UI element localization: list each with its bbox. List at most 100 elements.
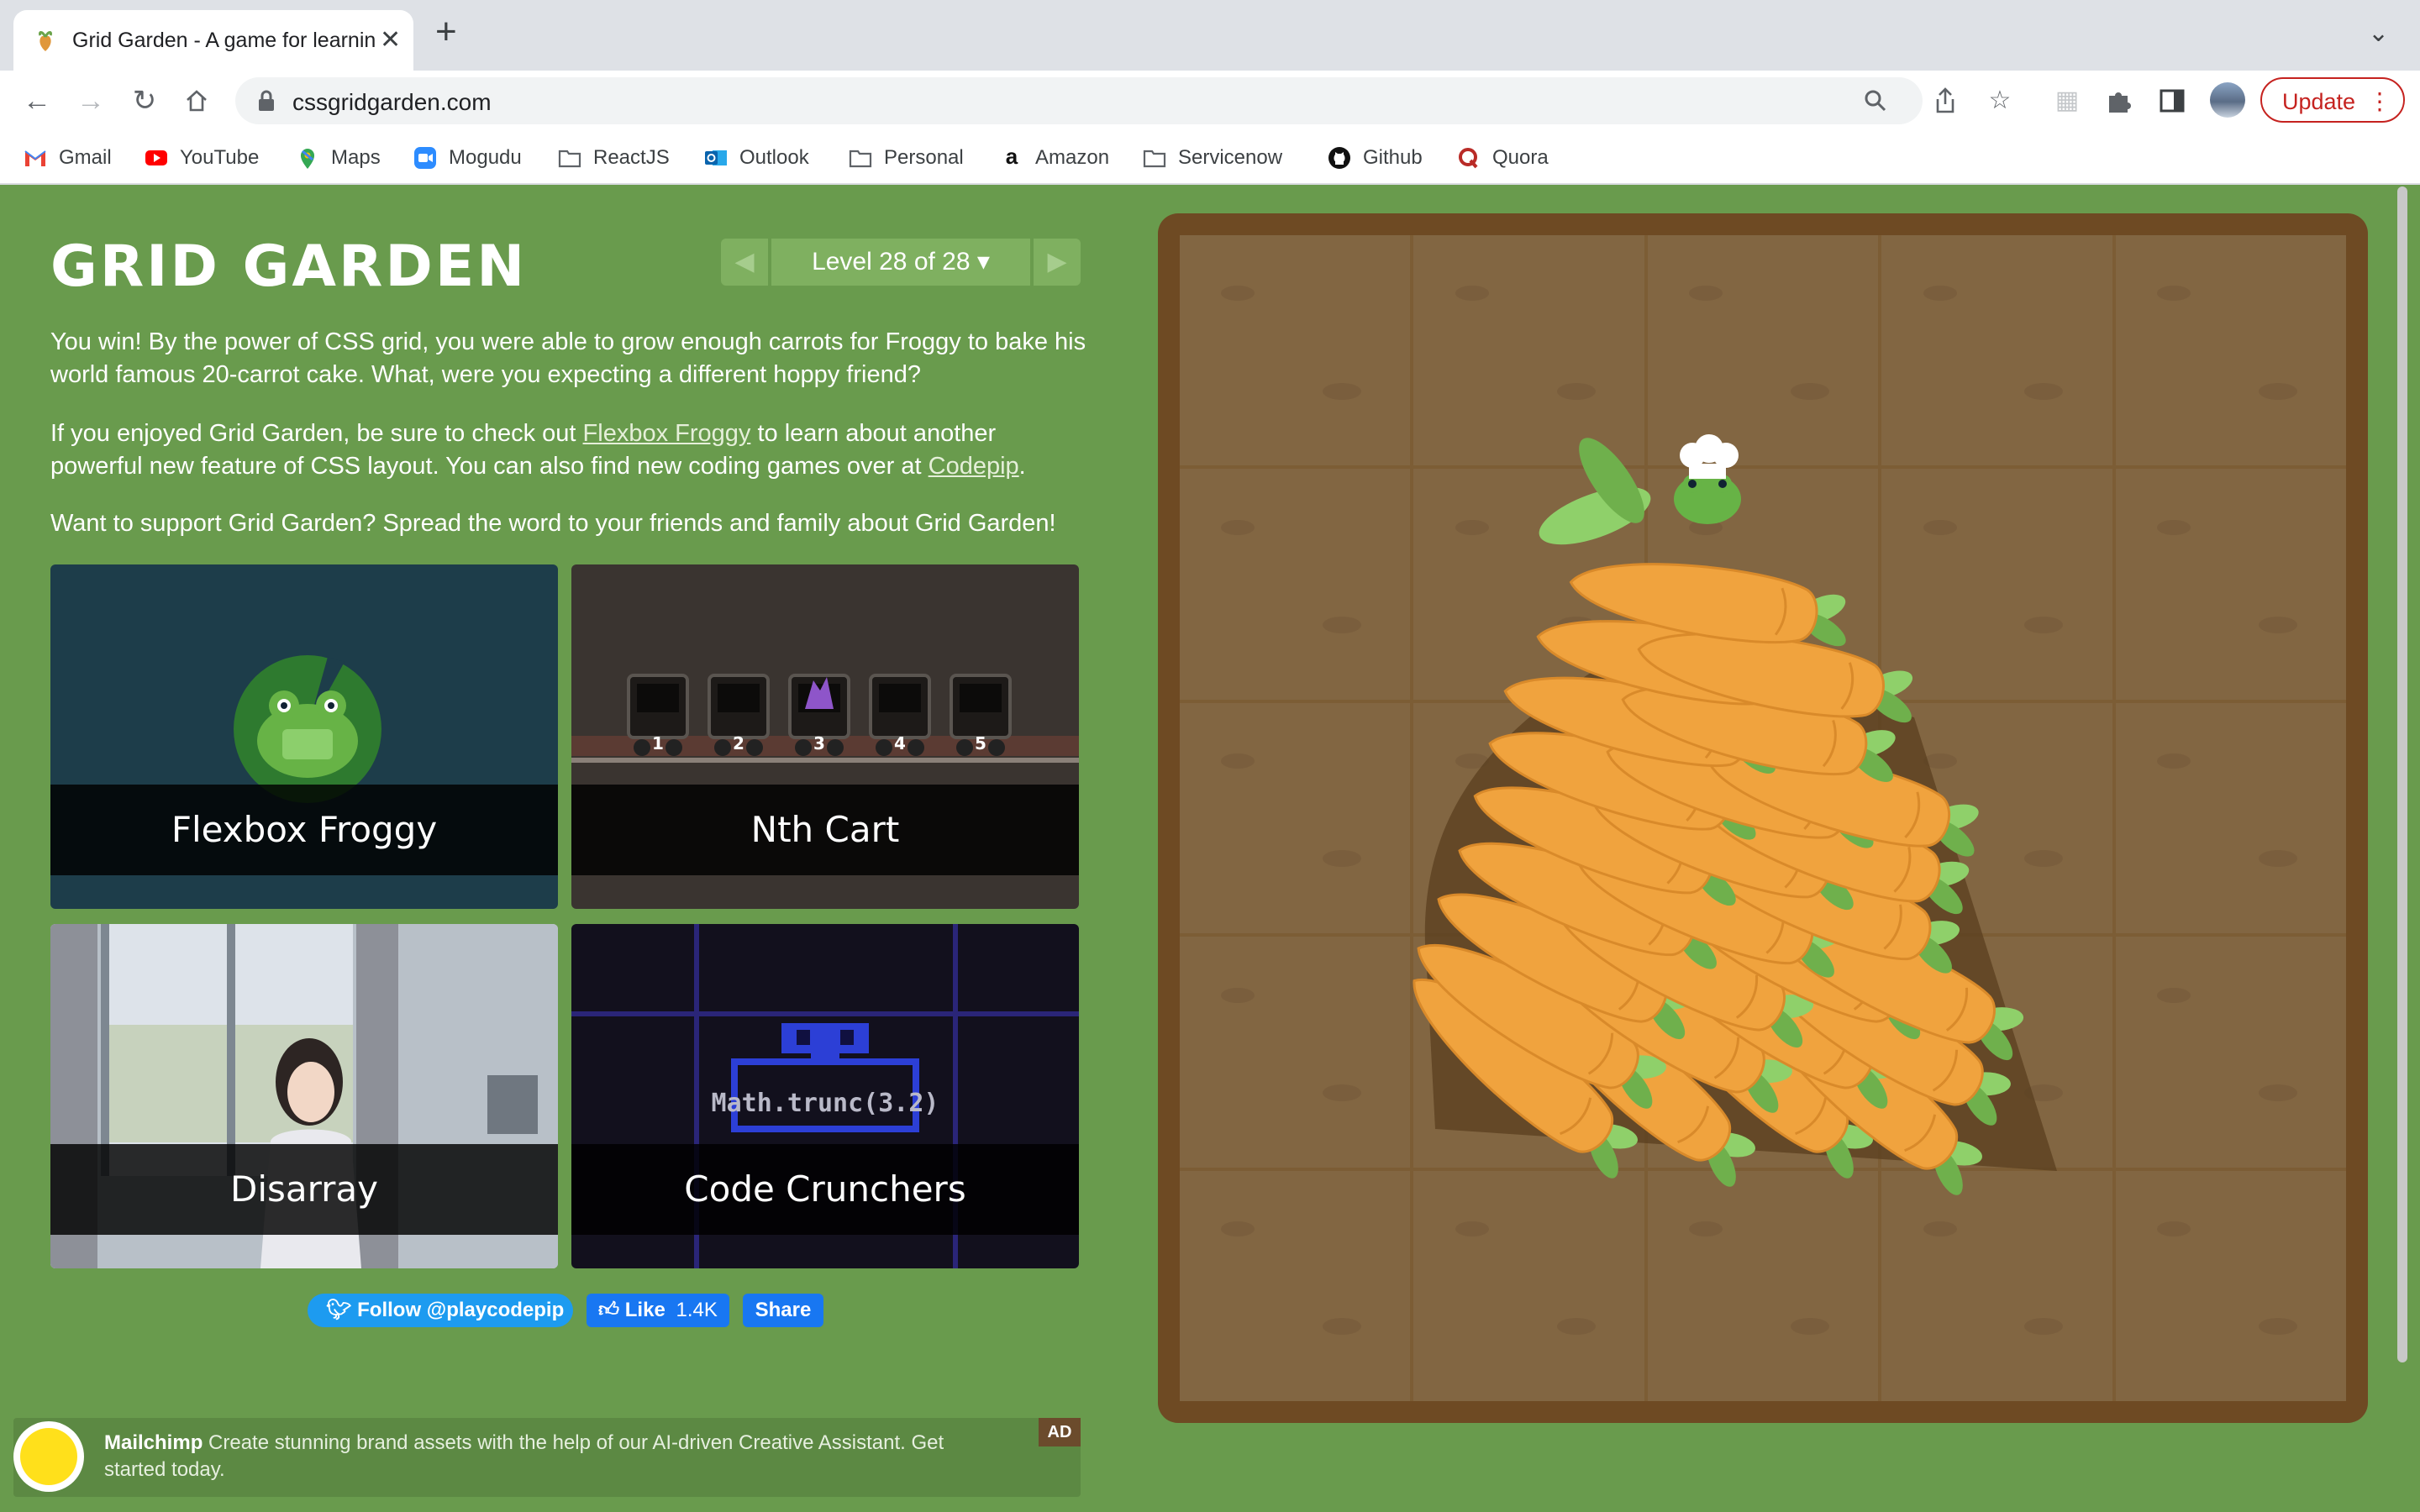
tab-search-chevron-icon[interactable]: ⌄: [2368, 18, 2389, 48]
card-title: Disarray: [229, 1168, 379, 1210]
bookmark-label: ReactJS: [593, 146, 670, 169]
bookmark-label: Amazon: [1035, 146, 1110, 169]
card-code-crunchers[interactable]: Math.trunc(3.2) Code Crunchers: [571, 924, 1079, 1268]
like-label: Like: [624, 1299, 666, 1321]
garden-grid: [1180, 235, 2346, 1401]
back-icon[interactable]: ←: [18, 82, 55, 119]
card-disarray[interactable]: Disarray: [50, 924, 558, 1268]
new-tab-icon[interactable]: +: [435, 13, 457, 50]
amazon-icon: a: [1005, 144, 1018, 169]
zoom-icon: [414, 147, 436, 169]
gmail-icon: [24, 150, 46, 166]
profile-avatar[interactable]: [2210, 82, 2245, 118]
garden-cell: [1881, 702, 2112, 934]
garden-cell: [1413, 235, 1644, 466]
share-icon[interactable]: [1933, 87, 1958, 114]
tab-close-icon[interactable]: ✕: [380, 25, 401, 55]
side-panel-icon[interactable]: [2160, 89, 2185, 113]
bookmark-label: YouTube: [180, 146, 260, 169]
thumbs-up-icon: 👍︎: [598, 1299, 620, 1321]
mine-cart: 3: [788, 674, 850, 756]
card-nth-cart[interactable]: 1 2 3 4 5 Nth Cart: [571, 564, 1079, 909]
mine-cart: 1: [627, 674, 689, 756]
garden-cell: [1647, 469, 1879, 700]
garden-cell: [1180, 1170, 1411, 1401]
cart-number: 3: [813, 733, 825, 753]
bookmark-amazon[interactable]: a Amazon: [1000, 144, 1109, 171]
twitter-bird-icon: 🐦︎: [326, 1299, 352, 1321]
garden-cell: [1413, 1170, 1644, 1401]
garden-cell: [2115, 937, 2346, 1168]
bookmark-youtube[interactable]: YouTube: [145, 144, 259, 171]
twitter-follow-button[interactable]: 🐦︎ Follow @playcodepip: [308, 1294, 573, 1327]
mine-cart: 5: [950, 674, 1012, 756]
win-message: You win! By the power of CSS grid, you w…: [50, 328, 1086, 388]
garden-board: [1158, 213, 2368, 1423]
maps-icon: [301, 149, 314, 169]
previous-level-button[interactable]: ◀: [721, 239, 768, 286]
folder-icon: [849, 150, 872, 168]
bookmark-outlook[interactable]: Outlook: [704, 144, 809, 171]
update-button[interactable]: Update ⋮: [2260, 77, 2405, 123]
bookmark-maps[interactable]: Maps: [296, 144, 381, 171]
bookmark-label: Mogudu: [449, 146, 522, 169]
quora-icon: [1459, 148, 1478, 169]
flexbox-froggy-link[interactable]: Flexbox Froggy: [583, 420, 751, 447]
garden-cell: [1881, 1170, 2112, 1401]
promo-text: If you enjoyed Grid Garden, be sure to c…: [50, 420, 583, 447]
reload-icon[interactable]: ↻: [126, 82, 163, 119]
level-dropdown[interactable]: Level 28 of 28 ▾: [771, 239, 1030, 286]
extension-grid-icon[interactable]: ▦: [2047, 81, 2087, 121]
garden-cell: [1881, 235, 2112, 466]
bookmark-gmail[interactable]: Gmail: [24, 144, 112, 171]
facebook-like-button[interactable]: 👍︎ Like 1.4K: [587, 1294, 729, 1327]
promo-text: .: [1018, 453, 1026, 480]
url-text: cssgridgarden.com: [292, 89, 492, 115]
card-flexbox-froggy[interactable]: Flexbox Froggy: [50, 564, 558, 909]
bookmark-servicenow[interactable]: Servicenow: [1143, 144, 1282, 171]
bookmark-label: Quora: [1492, 146, 1549, 169]
cart-number: 5: [975, 733, 986, 753]
garden-cell: [1647, 1170, 1879, 1401]
bookmark-quora[interactable]: Quora: [1457, 144, 1549, 171]
extensions-puzzle-icon[interactable]: [2106, 87, 2133, 114]
card-title: Code Crunchers: [684, 1168, 966, 1210]
page-scrollbar[interactable]: [2395, 186, 2410, 1362]
garden-cell: [1647, 702, 1879, 934]
bookmark-personal[interactable]: Personal: [849, 144, 964, 171]
garden-cell: [2115, 1170, 2346, 1401]
garden-cell: [1413, 937, 1644, 1168]
bookmark-label: Gmail: [59, 146, 112, 169]
lock-icon: [259, 90, 274, 111]
cart-number: 2: [733, 733, 744, 753]
home-icon[interactable]: [178, 82, 215, 119]
address-bar[interactable]: cssgridgarden.com: [235, 77, 1923, 124]
card-title: Nth Cart: [750, 809, 900, 850]
bookmark-label: Maps: [331, 146, 381, 169]
browser-tab[interactable]: Grid Garden - A game for learning CSS gr…: [13, 10, 413, 71]
forward-icon[interactable]: →: [72, 82, 109, 119]
browser-toolbar: ← → ↻ cssgridgarden.com ☆ ▦ Update ⋮: [0, 71, 2420, 131]
ad-text: Mailchimp Create stunning brand assets w…: [104, 1430, 1003, 1483]
bookmark-label: Github: [1363, 146, 1423, 169]
bookmark-label: Outlook: [739, 146, 809, 169]
facebook-share-button[interactable]: Share: [743, 1294, 823, 1327]
garden-cell: [2115, 235, 2346, 466]
mailchimp-ad[interactable]: Mailchimp Create stunning brand assets w…: [13, 1418, 1081, 1497]
youtube-icon: [145, 150, 167, 165]
garden-cell: [1413, 469, 1644, 700]
update-label: Update: [2282, 89, 2356, 114]
like-count: 1.4K: [676, 1299, 718, 1321]
bookmark-github[interactable]: Github: [1328, 144, 1423, 171]
more-menu-icon[interactable]: ⋮: [2368, 79, 2391, 124]
bookmark-star-icon[interactable]: ☆: [1980, 81, 2020, 121]
mine-cart: 2: [708, 674, 770, 756]
bookmark-mogudu[interactable]: Mogudu: [413, 144, 522, 171]
search-icon[interactable]: [1864, 89, 1887, 113]
codepip-link[interactable]: Codepip: [929, 453, 1019, 480]
scrollbar-thumb[interactable]: [2397, 186, 2407, 1362]
ad-copy: Create stunning brand assets with the he…: [104, 1431, 944, 1481]
next-level-button[interactable]: ▶: [1034, 239, 1081, 286]
mailchimp-logo-icon: [13, 1421, 84, 1492]
bookmark-reactjs[interactable]: ReactJS: [558, 144, 670, 171]
